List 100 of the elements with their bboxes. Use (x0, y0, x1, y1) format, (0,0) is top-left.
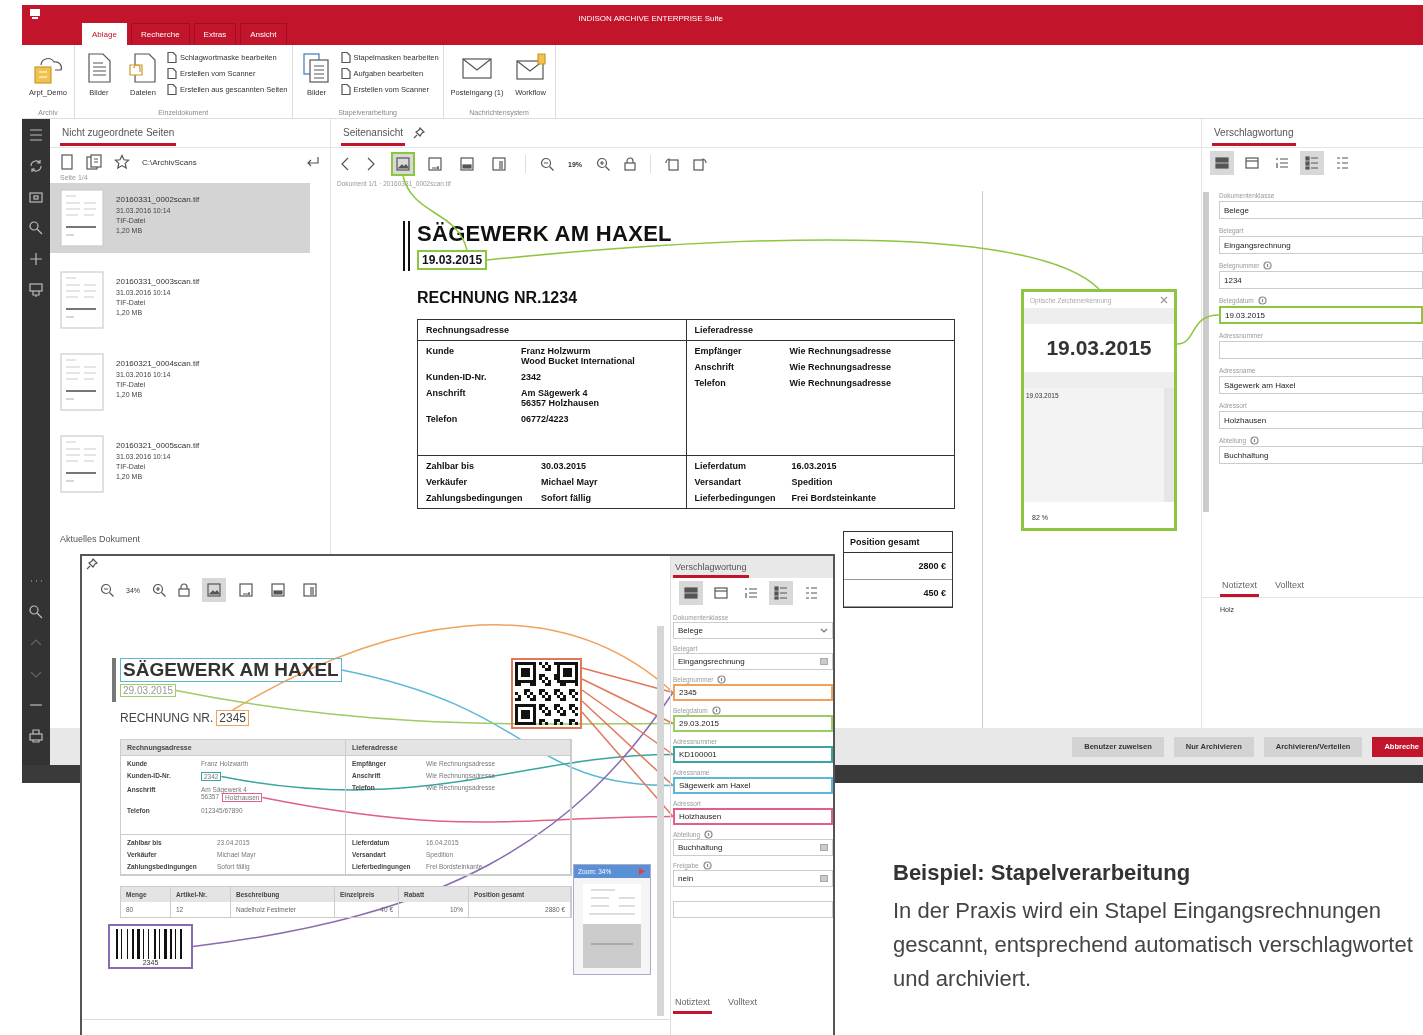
chevron-right-icon[interactable] (365, 157, 377, 171)
margin-bars-icon (403, 221, 411, 271)
ribbon-tab[interactable]: Ansicht (240, 23, 287, 45)
layout-button[interactable] (1300, 151, 1324, 175)
invoice-value: Michael Mayr (541, 477, 598, 487)
star-icon[interactable] (114, 154, 130, 170)
input-field[interactable]: KD100001 (673, 746, 833, 763)
note-tab[interactable]: Notiztext (1220, 578, 1259, 597)
view-mode-button[interactable] (391, 152, 415, 176)
note-tab[interactable]: Volltext (1273, 578, 1307, 597)
input-field[interactable]: Buchhaltung (673, 839, 833, 856)
page-view-icon (239, 583, 253, 597)
page-icon[interactable] (60, 154, 74, 170)
input-field[interactable]: Sägewerk am Haxel (673, 777, 833, 794)
view-mode-button[interactable] (202, 578, 226, 602)
input-field[interactable]: 19.03.2015 (1219, 306, 1423, 324)
list-layout-icon (803, 585, 819, 601)
panel-tab[interactable]: Seitenansicht (341, 120, 406, 146)
zoom-out-icon[interactable] (540, 157, 554, 171)
list-layout-icon (1214, 155, 1230, 171)
lock-icon[interactable] (624, 157, 636, 171)
layout-button[interactable] (1210, 151, 1234, 175)
pin-icon[interactable] (86, 558, 98, 570)
zoom-in-icon[interactable] (152, 583, 166, 597)
folder-path[interactable]: C:\ArchivScans (142, 157, 294, 167)
close-icon[interactable] (1160, 296, 1168, 304)
layout-button[interactable] (769, 581, 793, 605)
recognized-text: 19.03.2015 (1045, 335, 1153, 361)
stamp-icon[interactable] (28, 282, 44, 298)
rotate-right-icon[interactable] (693, 157, 707, 171)
page-view-icon (460, 157, 474, 171)
invoice-value: Wood Bucket International (521, 356, 635, 366)
scan-pages-icon[interactable] (86, 154, 102, 170)
page-view-icon (303, 583, 317, 597)
invoice-label: Verkäufer (426, 477, 469, 487)
invoice-date: 19.03.2015 (417, 250, 488, 270)
app-icon[interactable] (30, 9, 40, 19)
input-field[interactable] (1219, 341, 1423, 359)
rotate-left-icon[interactable] (665, 157, 679, 171)
invoice-value: Spedition (791, 477, 833, 487)
invoice-label: Telefon (426, 414, 459, 424)
ribbon-tab[interactable]: Ablage (82, 23, 127, 45)
caption-title: Beispiel: Stapelverarbeitung (893, 860, 1192, 886)
scrollbar[interactable] (1203, 192, 1209, 512)
invoice-label: Lieferdatum (694, 461, 747, 471)
zoom-out-icon[interactable] (100, 583, 114, 597)
layout-button[interactable] (679, 581, 703, 605)
invoice-label: Kunden-ID-Nr. (426, 372, 488, 382)
input-field[interactable]: 2345 (673, 684, 833, 701)
input-field[interactable]: Holzhausen (1219, 411, 1423, 429)
panel-tab[interactable]: Verschlagwortung (1212, 120, 1296, 146)
page-view-icon (492, 157, 506, 171)
invoice-title: RECHNUNG NR. (120, 711, 214, 725)
page-view-icon (271, 583, 285, 597)
table-cell: 2800 € (844, 553, 952, 580)
document-small-icon (340, 68, 351, 79)
input-field[interactable]: Belege (1219, 201, 1423, 219)
lock-icon[interactable] (178, 583, 190, 597)
plus-icon[interactable] (28, 251, 44, 267)
chevron-left-icon[interactable] (339, 157, 351, 171)
search-icon[interactable] (28, 604, 44, 620)
ribbon-tab[interactable]: Extras (193, 23, 237, 45)
caption-text: In der Praxis wird ein Stapel Eingangsrechnungen gescannt, entsprechend automatisch verschlagwortet und archiviert. (893, 897, 1414, 993)
invoice-value: Wie Rechnungsadresse (789, 346, 891, 356)
input-field[interactable]: Eingangsrechnung (1219, 236, 1423, 254)
printer-icon[interactable] (28, 728, 44, 744)
input-field[interactable]: nein (673, 870, 833, 887)
input-field[interactable]: Buchhaltung (1219, 446, 1423, 464)
scanner-icon[interactable] (28, 189, 44, 205)
input-field[interactable]: Holzhausen (673, 808, 833, 825)
pin-icon[interactable] (413, 127, 426, 139)
invoice-number: 2345 (216, 710, 250, 726)
invoice-value: Frei Bordsteinkante (791, 493, 877, 503)
ribbon-tab[interactable]: Recherche (130, 23, 190, 45)
invoice-label: Empfänger (694, 346, 743, 356)
document-small-icon (340, 52, 351, 63)
list-layout-icon (713, 585, 729, 601)
file-name: 20160321_0004scan.tif (116, 359, 200, 368)
enter-icon[interactable] (306, 156, 320, 168)
input-field[interactable] (673, 901, 833, 918)
search-icon[interactable] (28, 220, 44, 236)
note-tab[interactable]: Volltext (726, 995, 760, 1014)
page-view-icon (396, 157, 410, 171)
refresh-icon[interactable] (28, 158, 44, 174)
list-layout-icon (1244, 155, 1260, 171)
info-icon (717, 674, 727, 684)
menu-icon[interactable] (28, 127, 44, 143)
input-field[interactable]: Sägewerk am Haxel (1219, 376, 1423, 394)
info-icon (702, 860, 712, 870)
input-field[interactable]: Belege (673, 622, 833, 639)
zoom-in-icon[interactable] (596, 157, 610, 171)
input-field[interactable]: 29.03.2015 (673, 715, 833, 732)
note-tab[interactable]: Notiztext (673, 995, 712, 1014)
panel-tab[interactable]: Nicht zugeordnete Seiten (60, 120, 177, 146)
input-field[interactable]: 1234 (1219, 271, 1423, 289)
scrollbar[interactable] (657, 626, 664, 1016)
document-small-icon (166, 52, 177, 63)
table-header: Rechnungsadresse (418, 320, 687, 340)
input-field[interactable]: Eingangsrechnung (673, 653, 833, 670)
file-name: 20160331_0002scan.tif (116, 195, 200, 204)
